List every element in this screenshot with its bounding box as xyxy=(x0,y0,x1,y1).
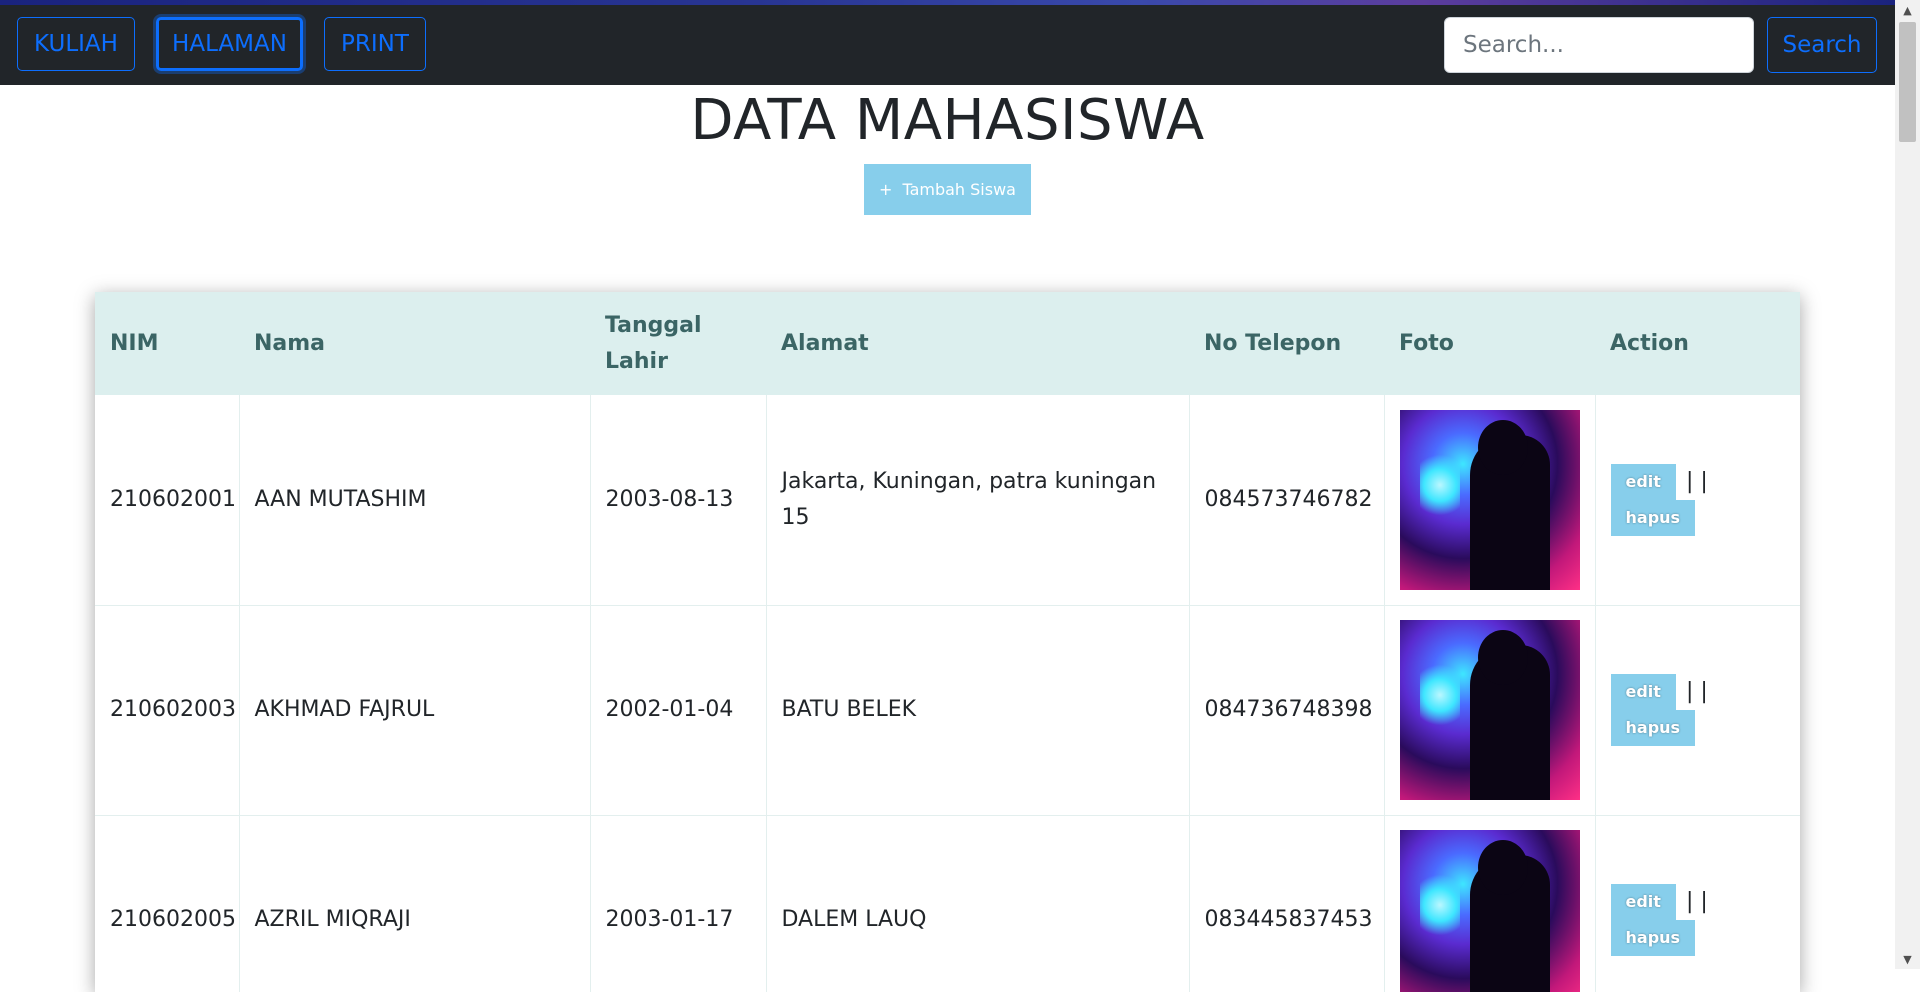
cell-tanggal-lahir: 2002-01-04 xyxy=(590,605,767,816)
table-row: 210602005 AZRIL MIQRAJI 2003-01-17 DALEM… xyxy=(95,815,1800,992)
edit-button[interactable]: edit xyxy=(1610,884,1676,920)
nav-button-halaman[interactable]: HALAMAN xyxy=(156,17,303,71)
profile-photo-icon xyxy=(1399,620,1580,800)
plus-icon: + xyxy=(879,180,893,199)
header-tanggal-lahir: Tanggal Lahir xyxy=(590,292,766,395)
add-student-label: Tambah Siswa xyxy=(902,180,1016,199)
header-nama: Nama xyxy=(239,292,590,395)
action-separator: | | xyxy=(1685,468,1708,494)
delete-button[interactable]: hapus xyxy=(1610,920,1696,956)
scrollbar-thumb[interactable] xyxy=(1899,22,1916,142)
table-row: 210602003 AKHMAD FAJRUL 2002-01-04 BATU … xyxy=(95,605,1800,816)
cell-tanggal-lahir: 2003-01-17 xyxy=(590,815,767,992)
nav-button-kuliah[interactable]: KULIAH xyxy=(17,17,135,71)
action-separator: | | xyxy=(1685,889,1708,914)
header-nim: NIM xyxy=(95,292,239,395)
cell-nim: 210602005 xyxy=(95,815,240,992)
vertical-scrollbar[interactable]: ▲ ▼ xyxy=(1895,0,1920,969)
cell-nama: AAN MUTASHIM xyxy=(239,395,591,606)
table-header-row: NIM Nama Tanggal Lahir Alamat No Telepon… xyxy=(95,292,1800,395)
search-button[interactable]: Search xyxy=(1767,17,1877,73)
cell-nim: 210602001 xyxy=(95,395,240,606)
header-action: Action xyxy=(1595,292,1800,395)
search-input[interactable] xyxy=(1444,17,1754,73)
header-no-telepon: No Telepon xyxy=(1189,292,1384,395)
profile-photo-icon xyxy=(1399,830,1580,992)
cell-no-telepon: 084736748398 xyxy=(1189,605,1385,816)
nav-button-print[interactable]: PRINT xyxy=(324,17,426,71)
cell-nama: AKHMAD FAJRUL xyxy=(239,605,591,816)
student-table-container: NIM Nama Tanggal Lahir Alamat No Telepon… xyxy=(95,292,1800,992)
student-table: NIM Nama Tanggal Lahir Alamat No Telepon… xyxy=(95,292,1800,992)
delete-button[interactable]: hapus xyxy=(1610,710,1696,746)
navbar: KULIAH HALAMAN PRINT Search xyxy=(0,5,1895,85)
cell-nim: 210602003 xyxy=(95,605,240,816)
delete-button[interactable]: hapus xyxy=(1610,499,1696,536)
scroll-up-arrow-icon[interactable]: ▲ xyxy=(1895,0,1920,20)
cell-foto xyxy=(1384,815,1596,992)
cell-action: edit | | hapus xyxy=(1595,815,1800,992)
header-alamat: Alamat xyxy=(766,292,1189,395)
action-separator: | | xyxy=(1685,679,1708,704)
cell-foto xyxy=(1384,395,1596,606)
cell-no-telepon: 083445837453 xyxy=(1189,815,1385,992)
cell-nama: AZRIL MIQRAJI xyxy=(239,815,591,992)
cell-alamat: BATU BELEK xyxy=(766,605,1190,816)
table-row: 210602001 AAN MUTASHIM 2003-08-13 Jakart… xyxy=(95,395,1800,606)
add-student-button[interactable]: + Tambah Siswa xyxy=(864,164,1031,215)
cell-tanggal-lahir: 2003-08-13 xyxy=(590,395,767,606)
cell-foto xyxy=(1384,605,1596,816)
scroll-down-arrow-icon[interactable]: ▼ xyxy=(1895,949,1920,969)
edit-button[interactable]: edit xyxy=(1610,674,1676,710)
cell-no-telepon: 084573746782 xyxy=(1189,395,1385,606)
profile-photo-icon xyxy=(1399,409,1580,590)
cell-alamat: Jakarta, Kuningan, patra kuningan 15 xyxy=(766,395,1190,606)
cell-action: edit | | hapus xyxy=(1595,605,1800,816)
page-title: DATA MAHASISWA xyxy=(690,88,1205,153)
cell-alamat: DALEM LAUQ xyxy=(766,815,1190,992)
edit-button[interactable]: edit xyxy=(1610,463,1676,500)
cell-action: edit | | hapus xyxy=(1595,395,1800,606)
header-foto: Foto xyxy=(1384,292,1595,395)
